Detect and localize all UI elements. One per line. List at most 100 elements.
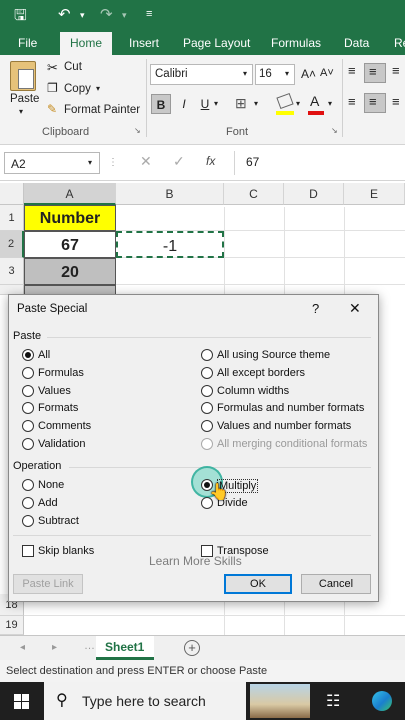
sheet-tab-sheet1[interactable]: Sheet1: [96, 636, 154, 660]
radio-all[interactable]: [22, 349, 34, 361]
formula-input[interactable]: 67: [246, 155, 259, 169]
fill-dropdown-icon[interactable]: ▾: [296, 99, 300, 108]
tab-page-layout[interactable]: Page Layout: [183, 36, 250, 50]
taskbar-search-box[interactable]: ⚲ Type here to search: [44, 682, 246, 720]
radio-all-using-source-theme[interactable]: [201, 349, 213, 361]
row-header-2[interactable]: 2: [0, 231, 24, 258]
tab-home[interactable]: Home: [60, 32, 113, 55]
radio-subtract-label[interactable]: Subtract: [38, 515, 79, 527]
underline-dropdown-icon[interactable]: ▾: [214, 99, 218, 108]
enter-icon[interactable]: ✓: [173, 153, 185, 170]
align-right-icon[interactable]: ≡: [392, 94, 400, 109]
align-top-icon[interactable]: ≡: [348, 63, 356, 78]
cell-a2[interactable]: 67: [24, 231, 116, 258]
radio-comments-label[interactable]: Comments: [38, 420, 91, 432]
radio-all-merging-conditional-formats[interactable]: [201, 438, 213, 450]
copy-dropdown-icon[interactable]: ▾: [96, 84, 100, 93]
task-view-icon[interactable]: ☷: [326, 691, 340, 711]
cell-b2[interactable]: -1: [116, 231, 224, 258]
tab-insert[interactable]: Insert: [129, 36, 159, 50]
align-left-icon[interactable]: ≡: [348, 94, 356, 109]
radio-all-except-borders-label[interactable]: All except borders: [217, 367, 305, 379]
radio-none-label[interactable]: None: [38, 479, 64, 491]
undo-icon[interactable]: ↶: [58, 5, 71, 23]
radio-values[interactable]: [22, 385, 34, 397]
italic-button[interactable]: I: [174, 94, 194, 114]
cut-button[interactable]: Cut: [64, 61, 82, 73]
more-sheets-icon[interactable]: …: [84, 640, 95, 652]
font-color-icon[interactable]: A: [310, 93, 319, 109]
ok-button[interactable]: OK: [224, 574, 292, 594]
scroll-right-icon[interactable]: ▸: [52, 642, 57, 653]
column-header-d[interactable]: D: [284, 183, 344, 205]
underline-button[interactable]: U: [195, 94, 215, 114]
redo-icon[interactable]: ↷: [100, 5, 113, 23]
tab-file[interactable]: File: [18, 36, 37, 50]
clipboard-launcher-icon[interactable]: ↘: [134, 126, 141, 135]
scroll-left-icon[interactable]: ◂: [20, 642, 25, 653]
skip-blanks-checkbox[interactable]: [22, 545, 34, 557]
add-sheet-icon[interactable]: +: [184, 640, 200, 656]
radio-none[interactable]: [22, 479, 34, 491]
insert-function-icon[interactable]: fx: [206, 154, 215, 168]
cell-a1[interactable]: Number: [24, 205, 116, 231]
radio-formats[interactable]: [22, 402, 34, 414]
cell-a3[interactable]: 20: [24, 258, 116, 285]
tab-review[interactable]: Re: [394, 36, 405, 50]
tab-data[interactable]: Data: [344, 36, 369, 50]
edge-browser-icon[interactable]: [372, 691, 392, 711]
radio-formulas[interactable]: [22, 367, 34, 379]
radio-values-label[interactable]: Values: [38, 385, 71, 397]
font-size-select[interactable]: 16 ▾: [255, 64, 295, 85]
cancel-button[interactable]: Cancel: [301, 574, 371, 594]
radio-column-widths-label[interactable]: Column widths: [217, 385, 289, 397]
help-button[interactable]: ?: [312, 301, 319, 316]
select-all-corner[interactable]: [0, 183, 24, 205]
name-box[interactable]: A2 ▾: [4, 152, 100, 174]
tab-formulas[interactable]: Formulas: [271, 36, 321, 50]
cancel-icon[interactable]: ✕: [140, 153, 152, 170]
font-color-dropdown-icon[interactable]: ▾: [328, 99, 332, 108]
radio-validation[interactable]: [22, 438, 34, 450]
radio-validation-label[interactable]: Validation: [38, 438, 86, 450]
fill-color-icon[interactable]: [276, 92, 294, 110]
save-icon[interactable]: 🖫: [14, 5, 27, 30]
radio-add-label[interactable]: Add: [38, 497, 58, 509]
undo-dropdown-icon[interactable]: ▾: [80, 10, 85, 21]
radio-values-and-number-formats[interactable]: [201, 420, 213, 432]
format-painter-button[interactable]: Format Painter: [64, 104, 140, 116]
radio-all-except-borders[interactable]: [201, 367, 213, 379]
radio-all-using-source-theme-label[interactable]: All using Source theme: [217, 349, 330, 361]
row-header-1[interactable]: 1: [0, 205, 24, 231]
copy-button[interactable]: Copy: [64, 83, 91, 95]
radio-column-widths[interactable]: [201, 385, 213, 397]
customize-qat-icon[interactable]: ≡: [146, 8, 152, 20]
radio-all-merging-conditional-formats-label[interactable]: All merging conditional formats: [217, 438, 367, 450]
redo-dropdown-icon[interactable]: ▾: [122, 10, 127, 21]
radio-subtract[interactable]: [22, 515, 34, 527]
radio-all-label[interactable]: All: [38, 349, 50, 361]
radio-values-and-number-formats-label[interactable]: Values and number formats: [217, 420, 351, 432]
font-launcher-icon[interactable]: ↘: [331, 126, 338, 135]
row-header-3[interactable]: 3: [0, 258, 24, 285]
font-name-select[interactable]: Calibri ▾: [150, 64, 253, 85]
skip-blanks-label[interactable]: Skip blanks: [38, 545, 94, 557]
windows-start-icon[interactable]: [14, 694, 29, 709]
radio-formulas-and-number-formats[interactable]: [201, 402, 213, 414]
paste-button[interactable]: Paste: [10, 93, 39, 105]
column-header-c[interactable]: C: [224, 183, 284, 205]
paste-dropdown-icon[interactable]: ▾: [19, 107, 23, 116]
increase-font-icon[interactable]: A˄: [301, 67, 316, 81]
radio-formulas-label[interactable]: Formulas: [38, 367, 84, 379]
row-header-19[interactable]: 19: [0, 616, 24, 635]
decrease-font-icon[interactable]: A˅: [320, 67, 334, 79]
column-header-a[interactable]: A: [24, 183, 116, 205]
column-header-b[interactable]: B: [116, 183, 224, 205]
borders-dropdown-icon[interactable]: ▾: [254, 99, 258, 108]
align-bottom-icon[interactable]: ≡: [392, 63, 400, 78]
borders-icon[interactable]: ⊞: [235, 95, 247, 112]
radio-formulas-and-number-formats-label[interactable]: Formulas and number formats: [217, 402, 364, 414]
radio-formats-label[interactable]: Formats: [38, 402, 78, 414]
bold-button[interactable]: B: [151, 94, 171, 114]
close-button[interactable]: ✕: [349, 300, 361, 317]
